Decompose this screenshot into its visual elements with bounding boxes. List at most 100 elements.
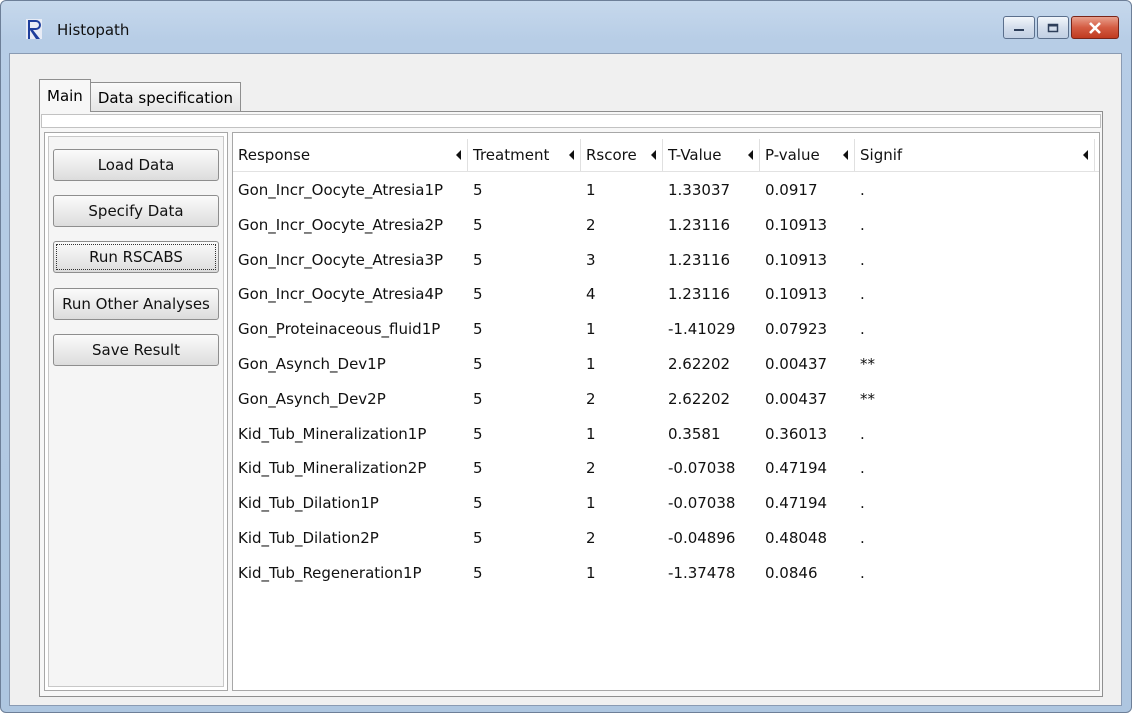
app-window: Histopath Main Data specification Load D…	[0, 0, 1132, 713]
column-header-label: Signif	[860, 146, 903, 164]
column-header-p-value[interactable]: P-value	[760, 139, 855, 171]
cell-response: Kid_Tub_Dilation2P	[238, 529, 379, 547]
specify-data-button[interactable]: Specify Data	[53, 195, 219, 227]
main-tab-pane: Load Data Specify Data Run RSCABS Run Ot…	[39, 111, 1103, 697]
cell-p-value: 0.10913	[765, 250, 828, 269]
cell-signif: .	[860, 285, 865, 304]
cell-rscore: 3	[586, 250, 596, 269]
column-header-label: Rscore	[586, 146, 637, 164]
cell-response: Gon_Incr_Oocyte_Atresia2P	[238, 215, 444, 234]
cell-t-value: -0.07038	[668, 459, 736, 478]
sort-arrow-icon	[651, 150, 656, 160]
window-title: Histopath	[57, 21, 130, 39]
table-header: Response Treatment Rscore T-Value P-value Sig…	[233, 139, 1099, 172]
table-row[interactable]: Gon_Incr_Oocyte_Atresia3P 5 3 1.23116 0.1091…	[233, 243, 1099, 277]
column-header-t-value[interactable]: T-Value	[663, 139, 760, 171]
cell-response: Gon_Incr_Oocyte_Atresia3P	[238, 250, 444, 269]
cell-p-value: 0.0917	[765, 181, 818, 199]
cell-p-value: 0.10913	[765, 285, 828, 304]
tab-data-specification[interactable]: Data specification	[89, 82, 241, 112]
run-rscabs-button[interactable]: Run RSCABS	[53, 241, 219, 273]
cell-treatment: 5	[473, 389, 483, 408]
cell-treatment: 5	[473, 285, 483, 304]
table-row[interactable]: Kid_Tub_Mineralization1P 5 1 0.3581 0.36013.	[233, 417, 1099, 451]
r-logo-icon	[26, 19, 42, 39]
cell-p-value: 0.47194	[765, 494, 828, 513]
minimize-button[interactable]	[1003, 16, 1035, 39]
table-row[interactable]: Kid_Tub_Dilation1P 5 1 -0.07038 0.47194.	[233, 486, 1099, 520]
cell-treatment: 5	[473, 320, 483, 339]
cell-response: Gon_Incr_Oocyte_Atresia4P	[238, 285, 444, 304]
cell-treatment: 5	[473, 424, 483, 443]
cell-t-value: 1.23116	[668, 285, 731, 304]
cell-rscore: 1	[586, 424, 596, 443]
save-result-button[interactable]: Save Result	[53, 334, 219, 366]
cell-signif: .	[860, 181, 865, 199]
cell-signif: .	[860, 494, 865, 513]
cell-treatment: 5	[473, 563, 483, 582]
cell-t-value: 1.33037	[668, 181, 731, 199]
cell-rscore: 1	[586, 494, 596, 513]
cell-rscore: 4	[586, 285, 596, 304]
cell-p-value: 0.00437	[765, 389, 828, 408]
load-data-button[interactable]: Load Data	[53, 149, 219, 181]
cell-response: Gon_Incr_Oocyte_Atresia1P	[238, 181, 444, 199]
cell-signif: .	[860, 250, 865, 269]
cell-t-value: 2.62202	[668, 389, 731, 408]
column-header-rscore[interactable]: Rscore	[581, 139, 663, 171]
cell-response: Kid_Tub_Mineralization1P	[238, 424, 427, 443]
tab-main[interactable]: Main	[39, 79, 91, 112]
cell-rscore: 2	[586, 389, 596, 408]
cell-rscore: 1	[586, 181, 596, 199]
cell-t-value: 1.23116	[668, 250, 731, 269]
cell-rscore: 1	[586, 563, 596, 582]
cell-treatment: 5	[473, 494, 483, 513]
table-row[interactable]: Gon_Incr_Oocyte_Atresia2P 5 2 1.23116 0.1091…	[233, 208, 1099, 242]
sort-arrow-icon	[843, 150, 848, 160]
cell-t-value: -0.04896	[668, 529, 736, 547]
close-button[interactable]	[1071, 16, 1119, 39]
column-header-label: Treatment	[473, 146, 550, 164]
table-row[interactable]: Gon_Proteinaceous_fluid1P 5 1 -1.41029 0.079…	[233, 312, 1099, 346]
cell-rscore: 2	[586, 215, 596, 234]
maximize-button[interactable]	[1037, 16, 1069, 39]
table-row[interactable]: Gon_Incr_Oocyte_Atresia4P 5 4 1.23116 0.1091…	[233, 277, 1099, 311]
cell-treatment: 5	[473, 459, 483, 478]
cell-signif: **	[860, 389, 875, 408]
cell-signif: .	[860, 320, 865, 339]
sort-arrow-icon	[748, 150, 753, 160]
table-row[interactable]: Gon_Incr_Oocyte_Atresia1P 5 1 1.33037 0.0917…	[233, 173, 1099, 207]
sort-arrow-icon	[1083, 150, 1088, 160]
close-icon	[1089, 21, 1101, 34]
table-row[interactable]: Kid_Tub_Mineralization2P 5 2 -0.07038 0.4719…	[233, 451, 1099, 485]
cell-treatment: 5	[473, 529, 483, 547]
table-row[interactable]: Kid_Tub_Dilation2P 5 2 -0.04896 0.48048.	[233, 521, 1099, 555]
cell-treatment: 5	[473, 181, 483, 199]
cell-treatment: 5	[473, 215, 483, 234]
column-header-label: T-Value	[668, 146, 722, 164]
table-row[interactable]: Gon_Asynch_Dev1P 5 1 2.62202 0.00437 **	[233, 347, 1099, 381]
maximize-icon	[1047, 23, 1059, 32]
tab-bar: Main Data specification	[39, 79, 241, 112]
cell-rscore: 2	[586, 459, 596, 478]
column-header-treatment[interactable]: Treatment	[468, 139, 581, 171]
run-other-analyses-button[interactable]: Run Other Analyses	[53, 288, 219, 320]
cell-p-value: 0.36013	[765, 424, 828, 443]
cell-rscore: 1	[586, 320, 596, 339]
table-row[interactable]: Kid_Tub_Regeneration1P 5 1 -1.37478 0.0846.	[233, 556, 1099, 590]
column-header-signif[interactable]: Signif	[855, 139, 1095, 171]
column-header-response[interactable]: Response	[233, 139, 468, 171]
column-header-label: P-value	[765, 146, 820, 164]
top-strip	[41, 114, 1101, 128]
main-client-area: Main Data specification Load Data Specif…	[9, 53, 1122, 706]
cell-t-value: 1.23116	[668, 215, 731, 234]
cell-t-value: 0.3581	[668, 424, 721, 443]
results-table[interactable]: Response Treatment Rscore T-Value P-value Sig…	[232, 132, 1100, 691]
table-row[interactable]: Gon_Asynch_Dev2P 5 2 2.62202 0.00437 **	[233, 382, 1099, 416]
title-bar[interactable]: Histopath	[1, 1, 1131, 53]
cell-rscore: 1	[586, 355, 596, 373]
cell-signif: .	[860, 215, 865, 234]
cell-response: Gon_Proteinaceous_fluid1P	[238, 320, 441, 339]
cell-signif: .	[860, 563, 865, 582]
cell-p-value: 0.48048	[765, 529, 828, 547]
